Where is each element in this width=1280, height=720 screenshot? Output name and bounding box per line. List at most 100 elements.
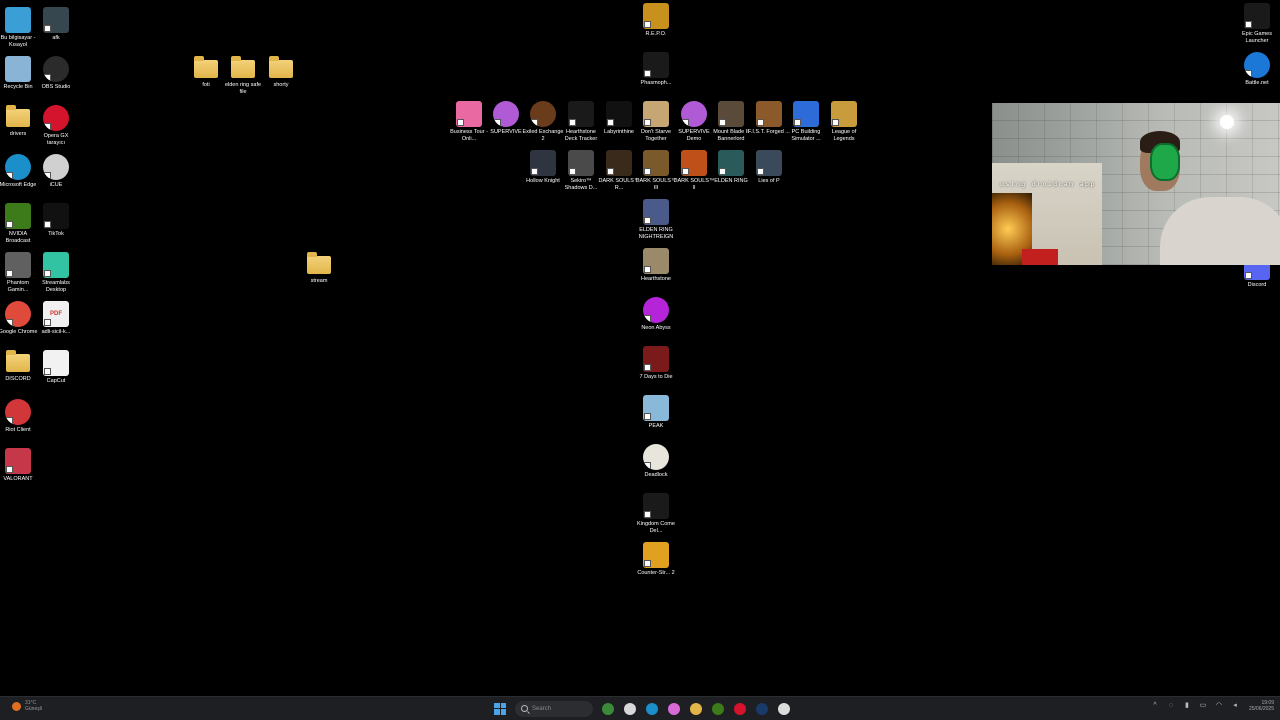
shortcut-arrow-icon [6, 172, 13, 179]
edge-pinned-icon [646, 702, 658, 715]
desktop-icon-epic-games-launcher[interactable]: Epic Games Launcher [1235, 3, 1279, 45]
app-icon [643, 150, 669, 176]
desktop-icon-label: Opera GX tarayıcı [43, 133, 69, 146]
desktop-icon-riot-client[interactable]: Riot Client [0, 399, 40, 434]
desktop-icon-streamlabs-desktop[interactable]: Streamlabs Desktop [34, 252, 78, 294]
desktop-icon-league-of-legends[interactable]: League of Legends [822, 101, 866, 143]
app-icon [681, 150, 707, 176]
desktop-icon-valorant[interactable]: VALORANT [0, 448, 40, 483]
app-icon [718, 150, 744, 176]
pinned-apps [597, 700, 795, 717]
steam-pinned-button[interactable] [754, 700, 771, 717]
desktop-icon-battle-net[interactable]: Battle.net [1235, 52, 1279, 87]
taskbar-search[interactable]: Search [515, 700, 593, 717]
app-icon [643, 248, 669, 274]
file-explorer-pinned-button[interactable] [622, 700, 639, 717]
desktop-icon-stream[interactable]: stream [297, 252, 341, 285]
microphone-icon[interactable]: ▮ [1182, 701, 1192, 711]
desktop-icon-label: Lies of P [758, 178, 780, 184]
shortcut-arrow-icon [1245, 272, 1252, 279]
app-icon [718, 101, 744, 127]
desktop-icon-label: ELDEN RING NIGHTREIGN [638, 227, 674, 240]
clock[interactable]: 19:09 25/06/2025 [1249, 700, 1274, 712]
desktop-icon-label: adli-sicil-k... [41, 329, 71, 335]
app-icon [530, 101, 556, 127]
app-icon [643, 297, 669, 323]
desktop-icon-label: Epic Games Launcher [1242, 31, 1272, 44]
app-icon [606, 101, 632, 127]
desktop-icon-label: OBS Studio [41, 84, 71, 90]
desktop-icon-label: shorty [273, 82, 289, 88]
folder-icon [6, 350, 30, 372]
app-icon [643, 3, 669, 29]
desktop-icon-peak[interactable]: PEAK [634, 395, 678, 430]
app-icon [643, 542, 669, 568]
app-icon [1244, 52, 1270, 78]
desktop-icon-label: Riot Client [5, 427, 31, 433]
desktop-icon-tiktok[interactable]: TikTok [34, 203, 78, 238]
obs-pinned-icon [778, 702, 790, 715]
desktop-icon-neon-abyss[interactable]: Neon Abyss [634, 297, 678, 332]
weather-widget[interactable]: 31°C Güneşli [12, 700, 42, 712]
desktop-icon-label: iCUE [49, 182, 63, 188]
desktop-icon-7-days-to-die[interactable]: 7 Days to Die [634, 346, 678, 381]
shortcut-arrow-icon [44, 25, 51, 32]
desktop-icon-capcut[interactable]: CapCut [34, 350, 78, 385]
desktop-icon-afk[interactable]: afk [34, 7, 78, 42]
obs-pinned-button[interactable] [776, 700, 793, 717]
search-icon [521, 705, 528, 712]
desktop-icon-phasmoph[interactable]: Phasmoph... [634, 52, 678, 87]
desktop-icon-label: Neon Abyss [641, 325, 671, 331]
copilot-app-button[interactable] [666, 700, 683, 717]
opera-gx-pinned-button[interactable] [732, 700, 749, 717]
gallery-app-button[interactable] [600, 700, 617, 717]
desktop-icon-elden-ring-nightreign[interactable]: ELDEN RING NIGHTREIGN [634, 199, 678, 241]
shortcut-arrow-icon [531, 119, 538, 126]
desktop-icon-obs-studio[interactable]: OBS Studio [34, 56, 78, 91]
nvidia-app-button[interactable] [710, 700, 727, 717]
folder-pinned-icon [690, 702, 702, 715]
desktop-icon-shorty[interactable]: shorty [259, 56, 303, 89]
shortcut-arrow-icon [644, 462, 651, 469]
volume-icon[interactable]: ◂ [1230, 701, 1240, 711]
chevron-up-icon[interactable]: ^ [1150, 701, 1160, 711]
shortcut-arrow-icon [607, 168, 614, 175]
desktop-icon-label: Streamlabs Desktop [42, 280, 70, 293]
shortcut-arrow-icon [644, 413, 651, 420]
folder-pinned-button[interactable] [688, 700, 705, 717]
wifi-icon[interactable]: ◠ [1214, 701, 1224, 711]
app-icon [43, 203, 69, 229]
display-icon[interactable]: ▭ [1198, 701, 1208, 711]
desktop-icon-adli-sicil-k[interactable]: PDF adli-sicil-k... [34, 301, 78, 336]
desktop-icon-r-e-p-o[interactable]: R.E.P.O. [634, 3, 678, 38]
shortcut-arrow-icon [531, 168, 538, 175]
app-icon [5, 448, 31, 474]
desktop-icon-deadlock[interactable]: Deadlock [634, 444, 678, 479]
app-icon [756, 101, 782, 127]
app-icon [43, 252, 69, 278]
sun-icon [12, 701, 21, 711]
folder-icon [269, 56, 293, 78]
app-icon [43, 105, 69, 131]
desktop-icon-opera-gx-taray-c[interactable]: Opera GX tarayıcı [34, 105, 78, 147]
desktop-icon-hearthstone[interactable]: Hearthstone [634, 248, 678, 283]
desktop-icon-counter-str-2[interactable]: Counter-Str... 2 [634, 542, 678, 577]
network-icon[interactable]: ◌ [1166, 701, 1176, 711]
desktop-icon-label: Discord [1247, 282, 1267, 288]
app-icon [43, 56, 69, 82]
desktop-icon-label: R.E.P.O. [645, 31, 667, 37]
shortcut-arrow-icon [757, 168, 764, 175]
shortcut-arrow-icon [644, 266, 651, 273]
shortcut-arrow-icon [719, 119, 726, 126]
edge-pinned-button[interactable] [644, 700, 661, 717]
shortcut-arrow-icon [6, 466, 13, 473]
shortcut-arrow-icon [644, 364, 651, 371]
app-icon [756, 150, 782, 176]
app-icon [606, 150, 632, 176]
desktop-icon-kingdom-come-del[interactable]: Kingdom Come Del... [634, 493, 678, 535]
desktop-icon-lies-of-p[interactable]: Lies of P [747, 150, 791, 185]
start-button[interactable] [492, 700, 509, 717]
recycle-bin-icon [5, 56, 31, 82]
shortcut-arrow-icon [44, 221, 51, 228]
desktop-icon-icue[interactable]: iCUE [34, 154, 78, 189]
